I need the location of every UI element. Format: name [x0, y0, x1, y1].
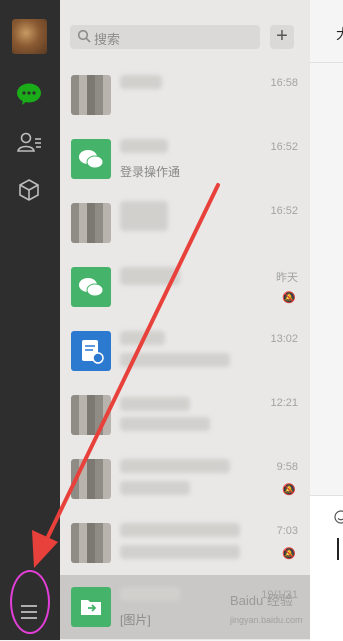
text-cursor	[337, 538, 339, 560]
contacts-icon[interactable]	[15, 128, 43, 156]
chat-time: 7:03	[276, 525, 298, 537]
message-input[interactable]	[310, 495, 343, 641]
chat-item[interactable]: 12:21	[60, 383, 310, 447]
avatar	[71, 203, 111, 243]
chat-item[interactable]: 昨天 🔕	[60, 255, 310, 319]
user-avatar[interactable]	[12, 19, 47, 54]
search-placeholder: 搜索	[94, 32, 121, 47]
chat-item[interactable]: 16:58	[60, 63, 310, 127]
emoji-icon[interactable]	[334, 510, 343, 529]
chat-time: 13:02	[270, 333, 298, 345]
cube-icon[interactable]	[15, 176, 43, 204]
mute-icon: 🔕	[282, 484, 296, 496]
watermark-url: jingyan.baidu.com	[230, 615, 303, 625]
wechat-icon	[71, 139, 111, 179]
sidebar	[0, 0, 60, 640]
search-icon	[77, 29, 91, 48]
pane-header: 大	[310, 0, 343, 63]
avatar	[71, 459, 111, 499]
chat-bubble-icon[interactable]	[15, 80, 43, 108]
file-transfer-icon	[71, 587, 111, 627]
chat-time: 9:58	[276, 461, 298, 473]
highlight-circle	[10, 570, 50, 634]
chat-preview: [图片]	[120, 613, 151, 627]
mute-icon: 🔕	[282, 548, 296, 560]
chat-item[interactable]: 登录操作通 16:52	[60, 127, 310, 191]
chat-time: 16:58	[270, 77, 298, 89]
chat-list: 搜索 + 16:58 登录操作通 16:52 16:52 昨天 🔕 13:02 …	[60, 0, 310, 640]
chat-time: 16:52	[270, 141, 298, 153]
pane-title: 大	[336, 24, 343, 44]
watermark: Baidu 经验	[230, 593, 293, 608]
search-input[interactable]: 搜索	[70, 25, 260, 49]
chat-time: 16:52	[270, 205, 298, 217]
avatar	[71, 395, 111, 435]
chat-item[interactable]: 9:58 🔕	[60, 447, 310, 511]
wechat-icon	[71, 267, 111, 307]
document-icon	[71, 331, 111, 371]
mute-icon: 🔕	[282, 292, 296, 304]
avatar	[71, 75, 111, 115]
chat-item[interactable]: 13:02	[60, 319, 310, 383]
chat-pane: 大	[310, 0, 343, 641]
add-button[interactable]: +	[270, 25, 294, 49]
avatar	[71, 523, 111, 563]
chat-item[interactable]: 16:52	[60, 191, 310, 255]
chat-time: 昨天	[276, 272, 298, 284]
chat-time: 12:21	[270, 397, 298, 409]
chat-item[interactable]: 7:03 🔕	[60, 511, 310, 575]
chat-preview: 登录操作通	[120, 165, 181, 179]
